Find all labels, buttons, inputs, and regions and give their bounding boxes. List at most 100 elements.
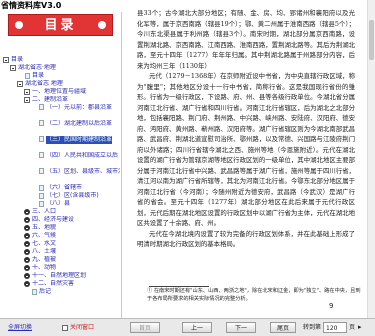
toc-item[interactable]: 六、气候 xyxy=(3,232,120,240)
page-unit-label: 页 xyxy=(349,324,356,331)
paragraph: 县33个；古今湖北大部分地区；有随、金、房、均、郢诸州和襄阳府以及光化军等，属于… xyxy=(137,9,355,70)
paragraph: 元代（1279－1368年）在京师附近设中书省，为中央直辖行政区域，称为"腹里"… xyxy=(137,72,355,227)
toc-item-label: （二）湖北建制以后沿革 xyxy=(46,120,113,127)
toc-item-label: 三、人口 xyxy=(32,208,57,215)
document-page: 县33个；古今湖北大部分地区；有随、金、房、均、郢诸州和襄阳府以及光化军等，属于… xyxy=(129,0,367,318)
toc-item-label: （五）区划、县级市、城市沿革 xyxy=(46,168,120,175)
toc-item-label: 四、经济与建设 xyxy=(32,216,75,223)
goto-label: 转到第 xyxy=(303,324,322,331)
expand-icon[interactable] xyxy=(24,265,30,271)
expand-icon[interactable] xyxy=(24,225,30,231)
header-dot-icon xyxy=(15,21,23,29)
toc-item[interactable]: 目录 xyxy=(3,72,120,80)
app-window: 省情资料库V3.0 目录 目录 湖北省志·地理 目录 湖北省志 地理 一、地理位置与疆域… xyxy=(0,0,375,336)
toc-item[interactable]: 十二、自然灾害 xyxy=(3,280,120,288)
next-page-button[interactable]: 下一页 xyxy=(226,322,256,333)
toc-item-label: 目录 xyxy=(32,72,45,79)
collapse-icon[interactable] xyxy=(24,89,30,95)
document-icon xyxy=(39,193,44,199)
fullscreen-toggle-link[interactable]: 全屏切换 xyxy=(8,322,32,333)
toc-item-label: 七、水文 xyxy=(32,240,57,247)
toc-item[interactable]: （四）人民共和国成立以后 xyxy=(3,152,120,168)
expand-icon[interactable] xyxy=(24,209,30,215)
header-dot-icon xyxy=(98,21,106,29)
document-icon xyxy=(39,185,44,191)
toc-sidebar: 目录 目录 湖北省志·地理 目录 湖北省志 地理 一、地理位置与疆域 二、建制沿革 （一）元… xyxy=(0,12,122,336)
toc-item-label: 八、土壤 xyxy=(32,248,57,255)
toc-item-label: 六、气候 xyxy=(32,232,57,239)
toc-item[interactable]: 三、人口 xyxy=(3,208,120,216)
toc-item[interactable]: 十一、自然地理区划 xyxy=(3,272,120,280)
toc-item[interactable]: 湖北省志·地理 xyxy=(3,64,120,72)
document-icon xyxy=(25,73,30,79)
toc-item[interactable]: （七）区(含县级市) xyxy=(3,192,120,200)
scroll-arrow-icon[interactable]: ▸ xyxy=(358,322,362,333)
toc-item[interactable]: 目录 xyxy=(3,56,120,64)
document-icon xyxy=(32,289,37,295)
toc-item-label: 目录 xyxy=(11,56,24,63)
close-window-toggle[interactable]: 关闭窗口 xyxy=(62,322,94,333)
page-number: 9 xyxy=(329,302,334,310)
document-icon xyxy=(39,201,44,207)
footnote: ① 在南宋时期还有"山东、山西、两浙之地"，除在北宋和辽金，即为"独立"、路在中… xyxy=(147,288,361,302)
toc-item[interactable]: （五）区划、县级市、城市沿革 xyxy=(3,168,120,184)
toc-item[interactable]: （一）元以前：郡县沿革 xyxy=(3,104,120,120)
toc-item[interactable]: 五、地貌 xyxy=(3,224,120,232)
collapse-icon[interactable] xyxy=(24,97,30,103)
toc-item-label: 二、建制沿革 xyxy=(32,96,69,103)
expand-icon[interactable] xyxy=(24,217,30,223)
checkbox-icon[interactable] xyxy=(62,324,68,331)
toc-item[interactable]: 湖北省志 地理 xyxy=(3,80,120,88)
collapse-icon[interactable] xyxy=(3,57,9,63)
toc-item[interactable]: 七、水文 xyxy=(3,240,120,248)
toc-header: 目录 xyxy=(8,14,113,36)
toc-item[interactable]: 八、土壤 xyxy=(3,248,120,256)
toc-item[interactable]: 四、经济与建设 xyxy=(3,216,120,224)
first-page-button[interactable]: 首页 xyxy=(130,322,160,333)
toc-item[interactable]: 十、动物 xyxy=(3,264,120,272)
document-icon xyxy=(39,104,44,110)
scrollbar-thumb[interactable] xyxy=(369,20,374,60)
expand-icon[interactable] xyxy=(24,281,30,287)
toc-tree: 目录 湖北省志·地理 目录 湖北省志 地理 一、地理位置与疆域 二、建制沿革 （一）元以前：… xyxy=(3,56,120,296)
toc-item-label: （四）人民共和国成立以后 xyxy=(46,152,119,159)
collapse-icon[interactable] xyxy=(17,81,23,87)
toc-item-label: 十二、自然灾害 xyxy=(32,280,75,287)
toc-item[interactable]: （八）县 xyxy=(3,200,120,208)
expand-icon[interactable] xyxy=(24,273,30,279)
toc-item-label: 后记 xyxy=(39,288,52,295)
toc-item-label: 十、动物 xyxy=(32,264,57,271)
toc-item-label: 九、植被 xyxy=(32,256,57,263)
toc-item-label: （七）区(含县级市) xyxy=(46,192,99,199)
vertical-scrollbar[interactable] xyxy=(367,0,375,318)
last-page-button[interactable]: 尾页 xyxy=(270,322,296,333)
toc-item[interactable]: （六）省辖市 xyxy=(3,184,120,192)
expand-icon[interactable] xyxy=(24,233,30,239)
prev-page-button[interactable]: 上一页 xyxy=(182,322,212,333)
page-body: 县33个；古今湖北大部分地区；有随、金、房、均、郢诸州和襄阳府以及光化军等，属于… xyxy=(129,0,367,250)
document-icon xyxy=(39,136,44,142)
toc-item[interactable]: （二）湖北建制以后沿革 xyxy=(3,120,120,136)
toc-item[interactable]: 一、地理位置与疆域 xyxy=(3,88,120,96)
collapse-icon[interactable] xyxy=(10,65,16,71)
document-viewer: 县33个；古今湖北大部分地区；有随、金、房、均、郢诸州和襄阳府以及光化军等，属于… xyxy=(123,0,375,318)
navigation-bar: 全屏切换 关闭窗口 首页 上一页 下一页 尾页 转到第 120 页 ▸ xyxy=(0,318,375,336)
paragraph: 元代在今湖北境内设置了较为完备的行政区划体系，并在此基础上形成了明清时期湖北行政… xyxy=(137,229,355,249)
close-window-label: 关闭窗口 xyxy=(70,324,95,331)
document-icon xyxy=(39,120,44,126)
expand-icon[interactable] xyxy=(24,257,30,263)
expand-icon[interactable] xyxy=(24,249,30,255)
document-icon xyxy=(39,152,44,158)
toc-item[interactable]: 九、植被 xyxy=(3,256,120,264)
expand-icon[interactable] xyxy=(24,241,30,247)
toc-item[interactable]: 后记 xyxy=(3,288,120,296)
toc-item[interactable]: 二、建制沿革 xyxy=(3,96,120,104)
toc-item[interactable]: （三）民国时期建制沿革 xyxy=(3,136,120,152)
page-input[interactable]: 120 xyxy=(323,322,347,333)
